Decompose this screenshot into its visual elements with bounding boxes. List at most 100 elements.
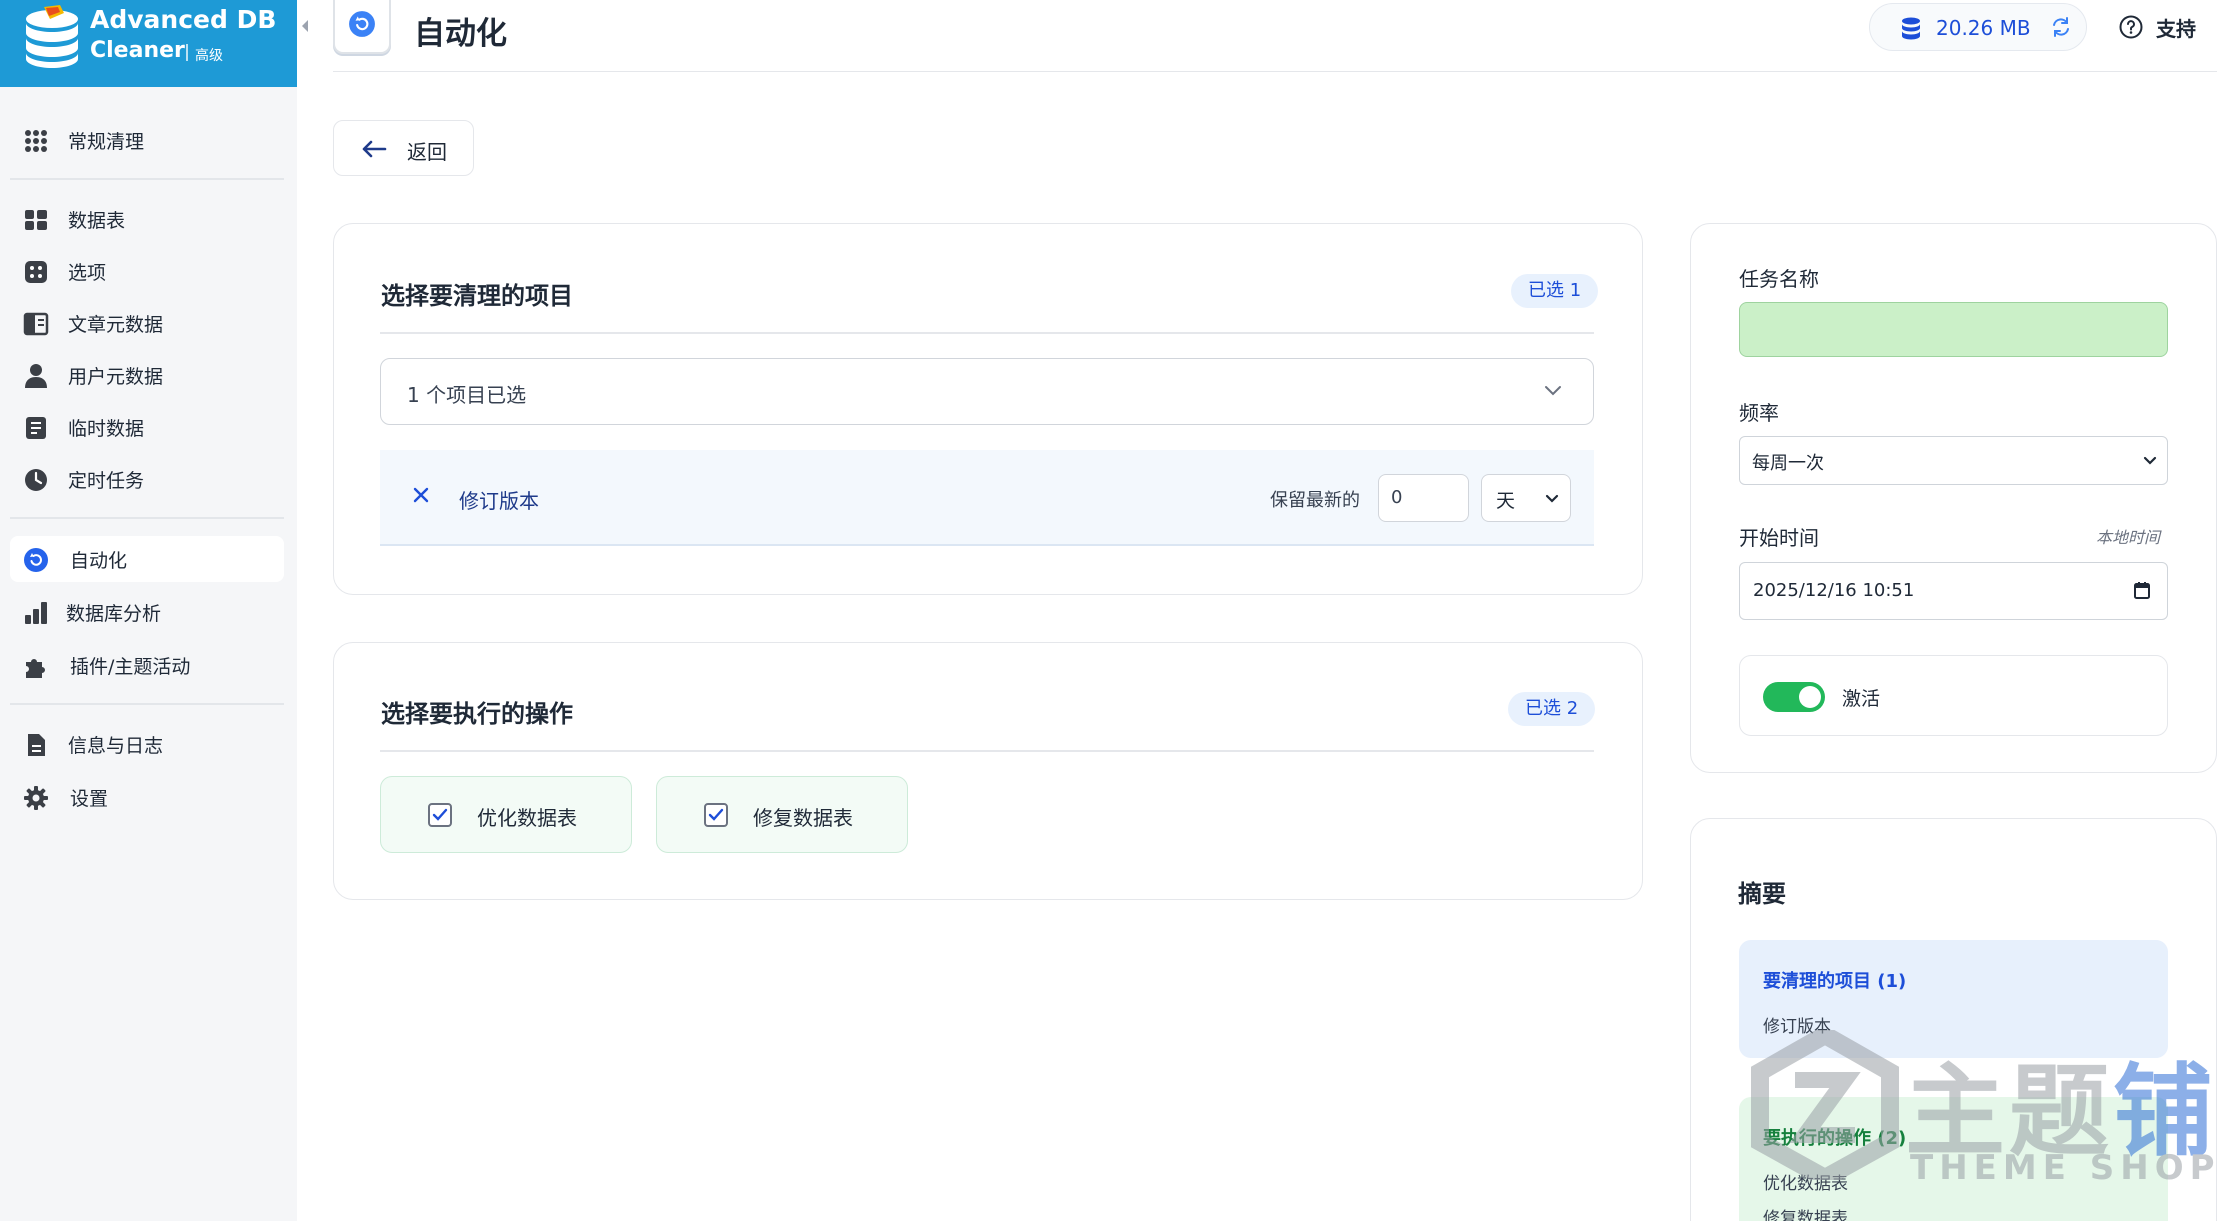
arrow-left-icon bbox=[362, 140, 387, 158]
database-icon bbox=[1902, 17, 1920, 40]
summary-title: 摘要 bbox=[1738, 880, 1786, 908]
grid-dots-icon bbox=[25, 130, 47, 152]
active-toggle-row: 激活 bbox=[1739, 655, 2168, 736]
start-time-label: 开始时间 bbox=[1739, 526, 1819, 550]
sidebar-item-label: 用户元数据 bbox=[68, 365, 164, 388]
brand-header[interactable]: Advanced DB Cleaner 高级 bbox=[0, 0, 297, 87]
brand-name-line1: Advanced DB bbox=[90, 5, 277, 34]
items-selected-badge: 已选 1 bbox=[1511, 274, 1599, 308]
op-label: 修复数据表 bbox=[753, 806, 853, 830]
sidebar: Advanced DB Cleaner 高级 常规清理 数据表 选项 文章元数据… bbox=[0, 0, 297, 1221]
sidebar-item-tables[interactable]: 数据表 bbox=[10, 196, 284, 242]
sidebar-item-label: 信息与日志 bbox=[68, 734, 164, 757]
sidebar-divider bbox=[10, 703, 284, 705]
page-icon-box bbox=[333, 0, 391, 54]
calendar-icon[interactable] bbox=[2133, 581, 2151, 600]
sidebar-item-label: 插件/主题活动 bbox=[70, 655, 191, 678]
sidebar-item-info-logs[interactable]: 信息与日志 bbox=[10, 721, 284, 767]
brand-divider bbox=[186, 44, 188, 61]
watermark: 主题铺 THEME SHOP bbox=[1750, 1030, 2215, 1221]
page-title: 自动化 bbox=[414, 16, 507, 52]
task-name-input[interactable] bbox=[1739, 302, 2168, 357]
post-meta-icon bbox=[23, 312, 49, 336]
local-time-hint: 本地时间 bbox=[2096, 528, 2161, 547]
help-circle-icon bbox=[2119, 15, 2143, 39]
back-button-label: 返回 bbox=[407, 140, 447, 164]
checkmark-icon bbox=[708, 808, 724, 821]
active-toggle[interactable] bbox=[1763, 682, 1825, 712]
chevron-down-icon bbox=[1545, 494, 1559, 503]
user-icon bbox=[25, 364, 47, 388]
items-select-dropdown[interactable]: 1 个项目已选 bbox=[380, 358, 1594, 425]
items-select-label: 1 个项目已选 bbox=[407, 383, 527, 407]
chevron-down-icon bbox=[1545, 386, 1561, 396]
bar-chart-icon bbox=[25, 602, 47, 624]
frequency-select[interactable]: 每周一次 bbox=[1739, 436, 2168, 485]
card-divider bbox=[380, 750, 1594, 752]
start-time-input[interactable]: 2025/12/16 10:51 bbox=[1739, 562, 2168, 620]
brand-tier-label: 高级 bbox=[195, 48, 223, 64]
sidebar-item-post-meta[interactable]: 文章元数据 bbox=[10, 300, 284, 346]
sidebar-item-user-meta[interactable]: 用户元数据 bbox=[10, 352, 284, 398]
automation-icon bbox=[24, 548, 48, 572]
sidebar-item-label: 常规清理 bbox=[68, 130, 145, 153]
back-button[interactable]: 返回 bbox=[333, 120, 474, 176]
op-repair-tables[interactable]: 修复数据表 bbox=[656, 776, 908, 853]
sidebar-item-label: 定时任务 bbox=[68, 469, 145, 492]
optimize-checkbox[interactable] bbox=[428, 803, 452, 827]
frequency-label: 频率 bbox=[1739, 401, 1779, 425]
sidebar-item-plugin-activity[interactable]: 插件/主题活动 bbox=[10, 642, 284, 688]
gear-icon bbox=[24, 786, 48, 810]
automation-icon bbox=[349, 11, 375, 37]
watermark-sub-text: THEME SHOP bbox=[1910, 1148, 2217, 1188]
clock-icon bbox=[25, 469, 47, 491]
selected-item-row: 修订版本 保留最新的 0 天 bbox=[380, 450, 1594, 546]
table-icon bbox=[25, 210, 47, 230]
toggle-knob bbox=[1799, 686, 1821, 708]
document-icon bbox=[28, 734, 45, 756]
op-label: 优化数据表 bbox=[477, 806, 577, 830]
sidebar-item-label: 自动化 bbox=[70, 549, 128, 572]
sidebar-item-label: 文章元数据 bbox=[68, 313, 164, 336]
support-label: 支持 bbox=[2156, 17, 2196, 41]
brand-name-line2: Cleaner bbox=[90, 38, 185, 63]
sidebar-item-options[interactable]: 选项 bbox=[10, 248, 284, 294]
collapse-sidebar-icon[interactable] bbox=[300, 19, 310, 33]
database-logo-icon bbox=[26, 5, 78, 68]
transient-icon bbox=[26, 417, 46, 439]
card-divider bbox=[380, 332, 1594, 334]
op-optimize-tables[interactable]: 优化数据表 bbox=[380, 776, 632, 853]
sidebar-item-label: 选项 bbox=[68, 261, 107, 284]
sidebar-divider bbox=[10, 517, 284, 519]
options-icon bbox=[25, 261, 47, 283]
sidebar-item-label: 设置 bbox=[70, 787, 109, 810]
db-size-value: 20.26 MB bbox=[1936, 16, 2031, 40]
active-label: 激活 bbox=[1842, 688, 1881, 710]
sidebar-divider bbox=[10, 178, 284, 180]
chevron-down-icon bbox=[2143, 456, 2157, 465]
start-time-value: 2025/12/16 10:51 bbox=[1753, 580, 1915, 601]
ops-card-title: 选择要执行的操作 bbox=[381, 700, 573, 728]
sidebar-item-label: 数据库分析 bbox=[66, 602, 162, 625]
sidebar-item-settings[interactable]: 设置 bbox=[10, 774, 284, 820]
repair-checkbox[interactable] bbox=[704, 803, 728, 827]
keep-unit-value: 天 bbox=[1496, 490, 1516, 512]
selected-item-name: 修订版本 bbox=[459, 489, 539, 513]
sidebar-item-cron-jobs[interactable]: 定时任务 bbox=[10, 456, 284, 502]
sidebar-item-general-cleanup[interactable]: 常规清理 bbox=[10, 117, 284, 163]
frequency-value: 每周一次 bbox=[1752, 453, 1824, 474]
refresh-icon[interactable] bbox=[2050, 16, 2072, 38]
sidebar-item-automation[interactable]: 自动化 bbox=[10, 536, 284, 582]
remove-item-icon[interactable] bbox=[412, 486, 430, 504]
keep-latest-input[interactable]: 0 bbox=[1378, 474, 1469, 522]
db-size-pill: 20.26 MB bbox=[1869, 3, 2087, 51]
keep-unit-select[interactable]: 天 bbox=[1481, 474, 1571, 522]
sidebar-item-transients[interactable]: 临时数据 bbox=[10, 404, 284, 450]
puzzle-icon bbox=[26, 659, 45, 678]
task-name-label: 任务名称 bbox=[1739, 267, 1819, 291]
watermark-logo-icon bbox=[1751, 1030, 1899, 1180]
sidebar-item-db-analysis[interactable]: 数据库分析 bbox=[10, 589, 284, 635]
header-divider bbox=[333, 71, 2217, 72]
sidebar-item-label: 临时数据 bbox=[68, 417, 145, 440]
support-link[interactable]: 支持 bbox=[2118, 12, 2196, 42]
